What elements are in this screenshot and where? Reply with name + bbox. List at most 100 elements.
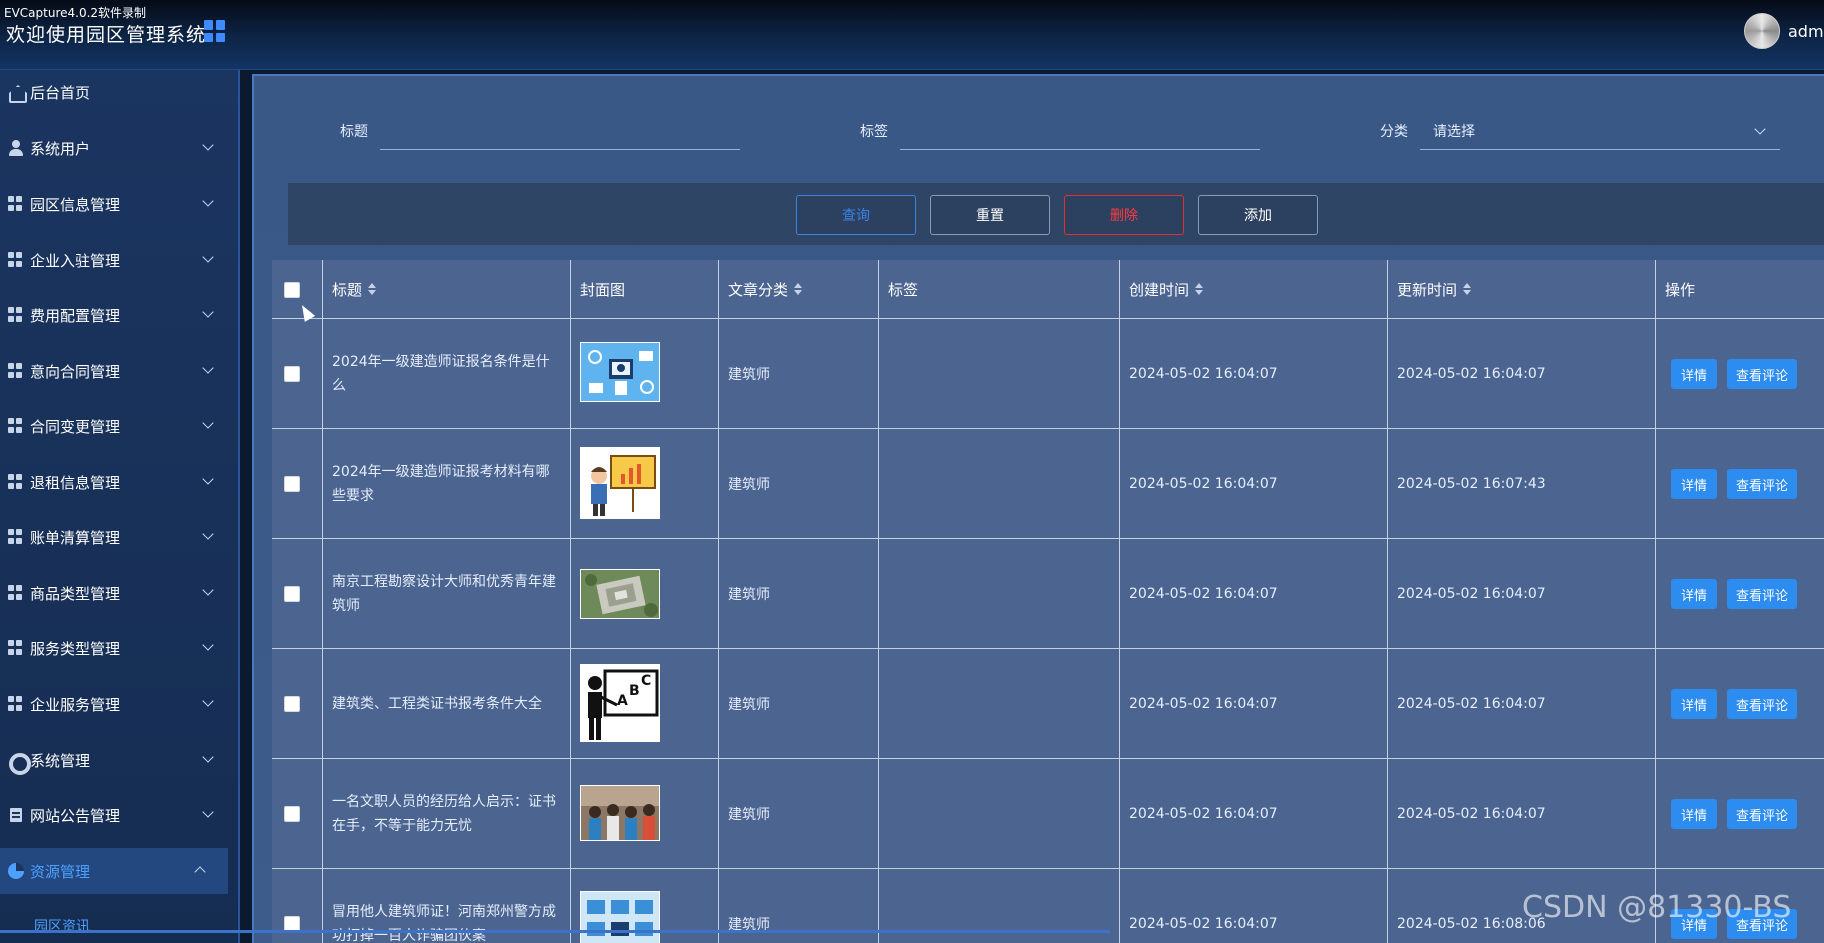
sidebar-item-enterprise-entry[interactable]: 企业入驻管理 <box>0 237 236 283</box>
home-icon <box>8 84 24 100</box>
sidebar-item-label: 后台首页 <box>30 83 91 102</box>
gear-icon <box>8 752 31 775</box>
sidebar-item-bill-settlement[interactable]: 账单清算管理 <box>0 514 236 560</box>
cover-image[interactable] <box>580 447 660 519</box>
row-checkbox[interactable] <box>284 366 300 382</box>
row-created-time: 2024-05-02 16:04:07 <box>1129 696 1278 712</box>
detail-button[interactable]: 详情 <box>1671 579 1717 609</box>
row-category: 建筑师 <box>728 367 770 383</box>
sort-icon[interactable] <box>794 283 803 295</box>
tag-filter-input[interactable] <box>900 149 1260 150</box>
header-title[interactable]: 标题 <box>322 260 570 318</box>
sidebar-item-system-management[interactable]: 系统管理 <box>0 737 236 783</box>
chevron-down-icon <box>202 139 214 151</box>
cover-image[interactable]: A B C <box>580 664 660 742</box>
sidebar-item-label: 服务类型管理 <box>30 639 121 658</box>
menu-toggle-grid-icon[interactable] <box>204 20 226 42</box>
chevron-down-icon <box>202 417 214 429</box>
sidebar-item-resources[interactable]: 资源管理 <box>0 848 228 894</box>
row-updated-time: 2024-05-02 16:04:07 <box>1397 696 1546 712</box>
sidebar-item-label: 企业服务管理 <box>30 695 121 714</box>
username[interactable]: admin <box>1788 22 1824 41</box>
row-updated-time: 2024-05-02 16:04:07 <box>1397 586 1546 602</box>
view-comments-button[interactable]: 查看评论 <box>1727 579 1797 609</box>
view-comments-button[interactable]: 查看评论 <box>1727 469 1797 499</box>
grid-icon <box>8 196 24 212</box>
articles-table: 标题 封面图 文章分类 标签 创建时间 更新时间 操作 2024年一级建造师证报… <box>272 260 1824 943</box>
row-checkbox[interactable] <box>284 476 300 492</box>
query-button[interactable]: 查询 <box>796 195 916 235</box>
sidebar-item-service-type[interactable]: 服务类型管理 <box>0 625 236 671</box>
row-tag <box>878 759 888 869</box>
grid-icon <box>8 363 24 379</box>
header-category[interactable]: 文章分类 <box>718 260 878 318</box>
user-avatar[interactable] <box>1744 13 1780 49</box>
sidebar-item-goods-type[interactable]: 商品类型管理 <box>0 570 236 616</box>
grid-icon <box>8 418 24 434</box>
pie-chart-icon <box>8 863 24 879</box>
chevron-down-icon <box>202 751 214 763</box>
select-all-checkbox[interactable] <box>284 282 300 298</box>
grid-icon <box>8 696 24 712</box>
horizontal-scrollbar[interactable] <box>0 930 1110 933</box>
sidebar-item-fee-config[interactable]: 费用配置管理 <box>0 292 236 338</box>
chevron-down-icon <box>202 639 214 651</box>
row-updated-time: 2024-05-02 16:04:07 <box>1397 366 1546 382</box>
sort-icon[interactable] <box>368 283 377 295</box>
cover-image[interactable] <box>580 891 660 943</box>
watermark: CSDN @81330-BS <box>1522 890 1792 925</box>
reset-button[interactable]: 重置 <box>930 195 1050 235</box>
row-updated-time: 2024-05-02 16:04:07 <box>1397 806 1546 822</box>
row-created-time: 2024-05-02 16:04:07 <box>1129 916 1278 932</box>
row-checkbox[interactable] <box>284 806 300 822</box>
row-checkbox[interactable] <box>284 586 300 602</box>
header-actions: 操作 <box>1665 280 1696 299</box>
sidebar-subitem-park-news[interactable]: 园区资讯 <box>34 916 90 936</box>
row-created-time: 2024-05-02 16:04:07 <box>1129 586 1278 602</box>
top-bar: 欢迎使用园区管理系统 admin <box>0 0 1824 70</box>
title-filter-label: 标题 <box>340 124 368 140</box>
row-title: 南京工程勘察设计大师和优秀青年建筑师 <box>332 574 556 614</box>
sidebar-item-home[interactable]: 后台首页 <box>0 69 236 115</box>
sidebar-item-label: 合同变更管理 <box>30 417 121 436</box>
sidebar-item-lease-termination[interactable]: 退租信息管理 <box>0 459 236 505</box>
add-button[interactable]: 添加 <box>1198 195 1318 235</box>
row-checkbox[interactable] <box>284 696 300 712</box>
grid-icon <box>8 585 24 601</box>
table-row: 建筑类、工程类证书报考条件大全 A B C 建筑师 2024-05-02 16:… <box>272 649 1824 759</box>
detail-button[interactable]: 详情 <box>1671 799 1717 829</box>
sidebar-item-park-info[interactable]: 园区信息管理 <box>0 181 236 227</box>
sidebar-item-label: 系统管理 <box>30 751 91 770</box>
row-created-time: 2024-05-02 16:04:07 <box>1129 476 1278 492</box>
row-title: 一名文职人员的经历给人启示：证书在手，不等于能力无忧 <box>332 794 556 834</box>
title-filter-input[interactable] <box>380 149 740 150</box>
sidebar-item-label: 系统用户 <box>30 139 91 158</box>
detail-button[interactable]: 详情 <box>1671 359 1717 389</box>
header-created-time[interactable]: 创建时间 <box>1119 260 1387 318</box>
table-row: 2024年一级建造师证报名条件是什么 建筑师 2024-05-02 16:04:… <box>272 319 1824 429</box>
detail-button[interactable]: 详情 <box>1671 469 1717 499</box>
sidebar-item-intent-contract[interactable]: 意向合同管理 <box>0 348 236 394</box>
category-select[interactable]: 请选择 <box>1433 121 1475 141</box>
header-updated-time[interactable]: 更新时间 <box>1387 260 1655 318</box>
row-category: 建筑师 <box>728 697 770 713</box>
sidebar-item-announcements[interactable]: 网站公告管理 <box>0 792 236 838</box>
cover-image[interactable] <box>580 342 660 402</box>
cover-image[interactable] <box>580 569 660 619</box>
delete-button[interactable]: 删除 <box>1064 195 1184 235</box>
row-created-time: 2024-05-02 16:04:07 <box>1129 366 1278 382</box>
sort-icon[interactable] <box>1195 283 1204 295</box>
view-comments-button[interactable]: 查看评论 <box>1727 689 1797 719</box>
sidebar-item-label: 费用配置管理 <box>30 306 121 325</box>
detail-button[interactable]: 详情 <box>1671 689 1717 719</box>
sidebar-item-contract-change[interactable]: 合同变更管理 <box>0 403 236 449</box>
sidebar-item-label: 退租信息管理 <box>30 473 121 492</box>
grid-icon <box>8 307 24 323</box>
view-comments-button[interactable]: 查看评论 <box>1727 799 1797 829</box>
cover-image[interactable] <box>580 785 660 841</box>
sort-icon[interactable] <box>1463 283 1472 295</box>
sidebar-item-system-users[interactable]: 系统用户 <box>0 125 236 171</box>
view-comments-button[interactable]: 查看评论 <box>1727 359 1797 389</box>
header-tag: 标签 <box>888 280 919 299</box>
sidebar-item-enterprise-service[interactable]: 企业服务管理 <box>0 681 236 727</box>
